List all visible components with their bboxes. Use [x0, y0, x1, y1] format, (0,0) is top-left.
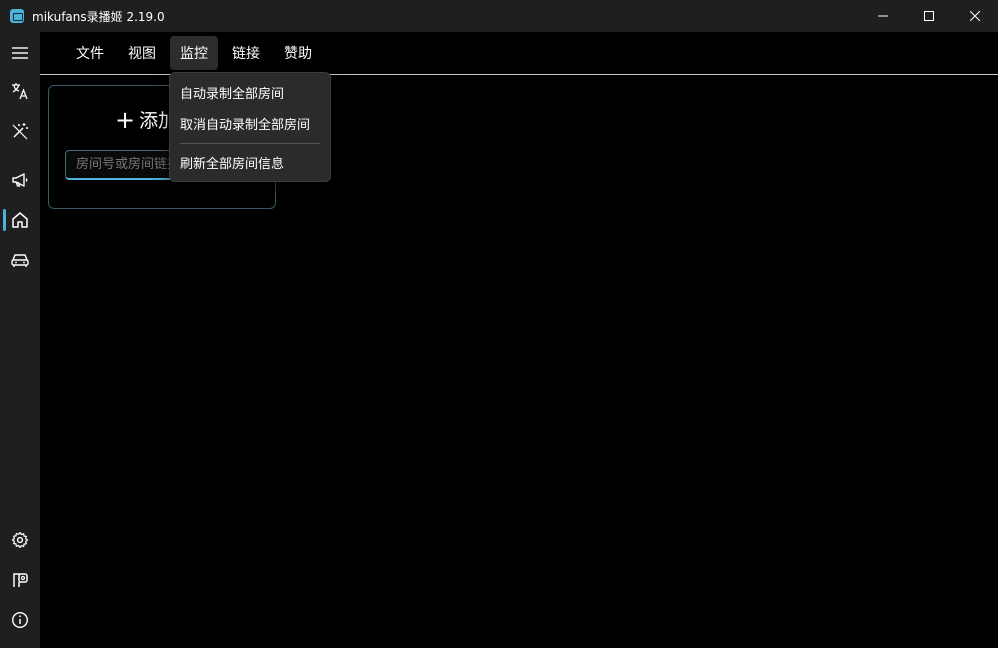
- close-button[interactable]: [952, 0, 998, 32]
- menu-bar: 文件 视图 监控 链接 赞助: [40, 32, 998, 74]
- translate-icon: [12, 83, 28, 100]
- megaphone-icon: [12, 173, 28, 187]
- board-icon: [13, 573, 28, 587]
- menu-monitor[interactable]: 监控: [170, 36, 218, 70]
- hamburger-icon: [12, 47, 28, 59]
- car-icon: [11, 254, 29, 267]
- monitor-dropdown: 自动录制全部房间 取消自动录制全部房间 刷新全部房间信息: [169, 72, 331, 182]
- sidebar-item-log[interactable]: [0, 560, 40, 600]
- title-bar: mikufans录播姬 2.19.0: [0, 0, 998, 32]
- home-icon: [12, 212, 28, 228]
- plus-icon: +: [115, 105, 136, 134]
- sidebar-item-settings[interactable]: [0, 520, 40, 560]
- menu-view[interactable]: 视图: [118, 36, 166, 70]
- sidebar-item-vehicle[interactable]: [0, 240, 40, 280]
- minimize-button[interactable]: [860, 0, 906, 32]
- menu-file[interactable]: 文件: [66, 36, 114, 70]
- sidebar-item-menu[interactable]: [0, 33, 40, 73]
- sidebar-item-language[interactable]: [0, 71, 40, 111]
- app-logo-icon: [10, 9, 24, 23]
- info-icon: [11, 611, 29, 629]
- maximize-button[interactable]: [906, 0, 952, 32]
- menu-sponsor[interactable]: 赞助: [274, 36, 322, 70]
- menu-item-cancel-auto-record-all[interactable]: 取消自动录制全部房间: [180, 114, 310, 133]
- sidebar: [0, 32, 40, 648]
- menu-item-auto-record-all[interactable]: 自动录制全部房间: [180, 83, 284, 102]
- sidebar-item-toolbox[interactable]: [0, 111, 40, 151]
- add-room-title: + 添加: [115, 106, 177, 133]
- menu-item-refresh-all-room-info[interactable]: 刷新全部房间信息: [180, 153, 284, 172]
- gear-icon: [11, 531, 29, 549]
- maximize-icon: [924, 11, 934, 21]
- magic-wand-off-icon: [12, 123, 28, 140]
- minimize-icon: [878, 15, 888, 17]
- menu-links[interactable]: 链接: [222, 36, 270, 70]
- window-title: mikufans录播姬 2.19.0: [32, 10, 165, 24]
- sidebar-item-announcement[interactable]: [0, 160, 40, 200]
- sidebar-item-about[interactable]: [0, 600, 40, 640]
- menu-separator: [180, 143, 320, 144]
- close-icon: [970, 11, 980, 21]
- sidebar-item-home[interactable]: [0, 200, 40, 240]
